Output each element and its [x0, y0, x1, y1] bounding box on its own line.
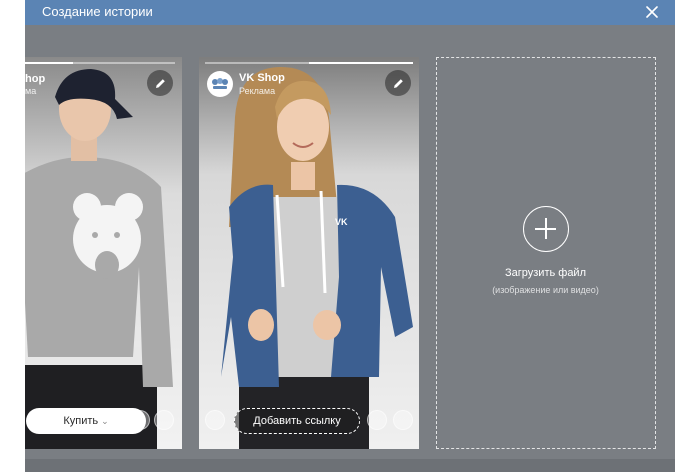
upload-title: Загрузить файл	[504, 267, 586, 279]
avatar	[207, 71, 233, 97]
plus-circle-icon	[523, 206, 569, 252]
brand-subtitle: Реклама	[239, 85, 276, 96]
pencil-icon[interactable]	[147, 70, 173, 96]
upload-dropzone[interactable]: Загрузить файл (изображение или видео)	[436, 57, 656, 449]
modal-footer-strip	[25, 459, 675, 472]
circle-button[interactable]	[205, 410, 225, 430]
brand-name: VK Shop	[239, 71, 285, 84]
progress-fill	[309, 62, 413, 64]
story-photo-woman: VK	[199, 57, 419, 449]
progress-bar	[25, 62, 175, 64]
story-editor-modal: Создание истории hop ма Купить ⌄ VK VK S…	[25, 0, 675, 472]
story-card-2[interactable]: VK VK Shop Реклама Добавить ссылку	[199, 57, 419, 449]
shop-logo-icon	[212, 78, 228, 89]
upload-subtitle: (изображение или видео)	[492, 285, 599, 295]
chevron-down-icon: ⌄	[101, 415, 109, 426]
circle-button[interactable]	[367, 410, 387, 430]
close-icon[interactable]	[642, 2, 662, 22]
buy-button-label: Купить	[63, 415, 99, 427]
progress-bar	[205, 62, 413, 64]
modal-title: Создание истории	[42, 4, 153, 19]
circle-button[interactable]	[130, 410, 150, 430]
pencil-icon[interactable]	[385, 70, 411, 96]
svg-text:VK: VK	[335, 217, 348, 227]
buy-button[interactable]: Купить ⌄	[26, 408, 146, 434]
progress-fill	[25, 62, 73, 64]
brand-subtitle: ма	[25, 86, 37, 96]
story-card-1[interactable]: hop ма Купить ⌄	[25, 57, 182, 449]
brand-name: hop	[25, 73, 46, 85]
circle-button[interactable]	[154, 410, 174, 430]
circle-button[interactable]	[393, 410, 413, 430]
brand-header: VK Shop Реклама	[207, 71, 285, 97]
story-photo-man	[25, 57, 182, 449]
add-link-button[interactable]: Добавить ссылку	[234, 408, 360, 434]
modal-header: Создание истории	[25, 0, 675, 25]
